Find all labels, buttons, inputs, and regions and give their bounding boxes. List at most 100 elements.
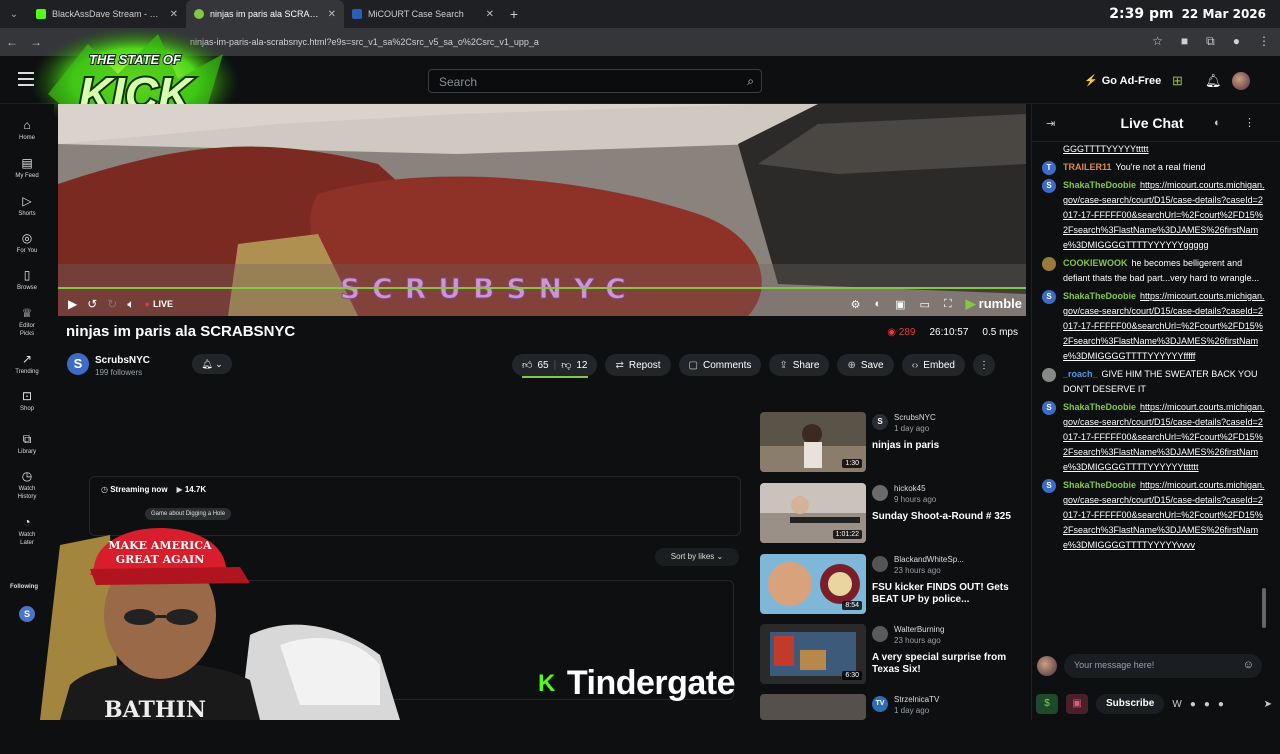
scrollbar-thumb[interactable] — [1262, 588, 1266, 628]
notifications-bell-icon[interactable]: 🔔︎ — [1205, 73, 1222, 89]
rant-dollar-icon[interactable]: $ — [1036, 694, 1058, 714]
related-video[interactable]: 1:01:22 hickok45 9 hours ago Sunday Shoo… — [760, 483, 1020, 543]
chat-link[interactable]: https://micourt.courts.michigan.gov/case… — [1063, 402, 1265, 472]
nav-home[interactable]: ⌂ Home — [0, 118, 54, 142]
like-count[interactable]: 65 — [537, 360, 548, 371]
chat-username[interactable]: ShakaTheDoobie — [1063, 291, 1136, 301]
chat-link[interactable]: https://micourt.courts.michigan.gov/case… — [1063, 180, 1265, 250]
related-channel-name[interactable]: WalterBurning — [894, 625, 944, 634]
search-input[interactable]: Search ⌕ — [428, 69, 762, 93]
related-channel-avatar[interactable]: TV — [872, 696, 888, 712]
new-tab-icon[interactable]: + — [502, 6, 526, 22]
related-channel-name[interactable]: hickok45 — [894, 484, 926, 493]
related-video[interactable]: 8:54 BlackandWhiteSp... 23 hours ago FSU… — [760, 554, 1020, 614]
close-tab-icon[interactable]: ✕ — [170, 9, 178, 20]
chat-avatar[interactable] — [1042, 257, 1056, 271]
chat-avatar[interactable]: S — [1042, 401, 1056, 415]
related-video[interactable]: 6:30 WalterBurning 23 hours ago A very s… — [760, 624, 1020, 684]
search-icon[interactable]: ⌕ — [747, 74, 754, 89]
chat-menu-icon[interactable]: ⋮ — [1244, 116, 1255, 129]
embed-button[interactable]: ‹› Embed — [901, 354, 965, 376]
back-icon[interactable]: ← — [0, 35, 24, 49]
related-video[interactable]: 1:30 S ScrubsNYC 1 day ago ninjas in par… — [760, 412, 1020, 472]
settings-gear-icon[interactable]: ⚙ — [851, 298, 861, 311]
related-channel-avatar[interactable] — [872, 485, 888, 501]
related-thumbnail[interactable]: 1:01:22 — [760, 483, 866, 543]
related-channel-avatar[interactable] — [872, 626, 888, 642]
related-thumbnail[interactable]: 6:30 — [760, 624, 866, 684]
chat-username[interactable]: TRAILER11 — [1063, 162, 1112, 172]
extension-icon[interactable]: ■ — [1181, 34, 1188, 49]
chat-popout-icon[interactable]: ◐ — [1214, 117, 1221, 129]
related-thumbnail[interactable]: 1:30 — [760, 412, 866, 472]
browser-menu-icon[interactable]: ⋮ — [1258, 34, 1270, 49]
chat-username[interactable]: COOKIEWOOK — [1063, 258, 1128, 268]
dislike-count[interactable]: 12 — [576, 360, 587, 371]
chat-link[interactable]: GGGTTTTYYYYYttttt — [1063, 144, 1149, 154]
nav-my-feed[interactable]: ▤ My Feed — [0, 156, 54, 180]
more-options-icon[interactable]: ⋮ — [972, 354, 995, 376]
chat-avatar[interactable]: S — [1042, 479, 1056, 493]
chat-username[interactable]: _roach_ — [1063, 369, 1098, 379]
related-thumbnail[interactable]: 8:54 — [760, 554, 866, 614]
thumbs-down-icon[interactable]: 👎︎ — [561, 359, 571, 371]
profile-icon[interactable]: ● — [1233, 34, 1240, 49]
chat-avatar[interactable] — [1042, 368, 1056, 382]
related-channel-name[interactable]: ScrubsNYC — [894, 413, 936, 422]
nav-browse[interactable]: ▯ Browse — [0, 268, 54, 292]
related-title[interactable]: Sunday Shoot-a-Round # 325 — [872, 511, 1022, 523]
theater-mode-icon[interactable]: ▭ — [920, 298, 930, 311]
sort-dropdown[interactable]: Sort by likes ⌄ — [655, 548, 739, 566]
nav-watch-history[interactable]: ◷ Watch History — [0, 469, 54, 501]
tab-micourt[interactable]: MiCOURT Case Search ✕ — [344, 0, 502, 28]
thumbs-up-icon[interactable]: 👍︎ — [522, 359, 532, 371]
send-icon[interactable]: ➤ — [1264, 699, 1272, 710]
video-player[interactable]: SCRUBSNYC — [58, 104, 1026, 316]
puzzle-icon[interactable]: ⧉ — [1206, 34, 1215, 49]
emote-w-icon[interactable]: W — [1172, 699, 1181, 710]
emoji-icon[interactable]: ☺ — [1243, 659, 1254, 671]
close-tab-icon[interactable]: ✕ — [486, 9, 494, 20]
save-button[interactable]: ⊕ Save — [837, 354, 894, 376]
nav-trending[interactable]: ↗ Trending — [0, 352, 54, 376]
bookmark-star-icon[interactable]: ☆ — [1152, 34, 1163, 49]
chat-avatar[interactable]: T — [1042, 161, 1056, 175]
rumble-logo[interactable]: ▶ rumble — [966, 296, 1022, 312]
nav-editor-picks[interactable]: ♕ Editor Picks — [0, 306, 54, 338]
related-title[interactable]: FSU kicker FINDS OUT! Gets BEAT UP by po… — [872, 582, 1022, 606]
chat-username[interactable]: ShakaTheDoobie — [1063, 402, 1136, 412]
forward-skip-icon[interactable]: ↻ — [107, 297, 117, 311]
video-progress-bar[interactable] — [58, 287, 1026, 289]
related-title[interactable]: A very special surprise from Texas Six! — [872, 652, 1022, 676]
subscribe-button[interactable]: Subscribe — [1096, 694, 1165, 714]
emote-pepe-icon[interactable]: ● — [1204, 699, 1210, 710]
chat-link[interactable]: https://micourt.courts.michigan.gov/case… — [1063, 291, 1265, 361]
chat-link[interactable]: https://micourt.courts.michigan.gov/case… — [1063, 480, 1265, 550]
chat-username[interactable]: ShakaTheDoobie — [1063, 480, 1136, 490]
volume-icon[interactable]: 🔈︎ — [127, 297, 134, 312]
nav-shorts[interactable]: ▷ Shorts — [0, 194, 54, 218]
nav-for-you[interactable]: ◎ For You — [0, 231, 54, 255]
chat-username[interactable]: ShakaTheDoobie — [1063, 180, 1136, 190]
related-channel-name[interactable]: BlackandWhiteSp... — [894, 555, 964, 564]
notification-bell-button[interactable]: 🔔︎ ⌄ — [192, 354, 232, 374]
channel-avatar[interactable]: S — [67, 353, 89, 375]
emote-cat-icon[interactable]: ● — [1218, 699, 1224, 710]
comments-button[interactable]: ▢ Comments — [678, 354, 762, 376]
url-field[interactable]: ninjas-im-paris-ala-scrabsnyc.html?e9s=s… — [190, 37, 539, 47]
nav-library[interactable]: ⧉ Library — [0, 432, 54, 456]
gift-icon[interactable]: ▣ — [1066, 694, 1088, 714]
rewind-icon[interactable]: ↺ — [87, 297, 97, 311]
chat-message-input[interactable]: Your message here! ☺ — [1064, 654, 1262, 678]
related-channel-avatar[interactable]: S — [872, 414, 888, 430]
related-channel-name[interactable]: StrzelnicaTV — [894, 695, 939, 704]
related-thumbnail[interactable] — [760, 694, 866, 720]
related-video[interactable]: TV StrzelnicaTV 1 day ago — [760, 694, 1020, 754]
chat-scrollbar[interactable] — [1261, 144, 1267, 640]
play-icon[interactable]: ▶ — [68, 297, 77, 311]
emote-face-icon[interactable]: ● — [1190, 699, 1196, 710]
nav-shop[interactable]: ⊡ Shop — [0, 389, 54, 413]
upload-icon[interactable]: ⊞ — [1172, 73, 1183, 89]
autoplay-toggle-icon[interactable]: ◐ — [874, 298, 881, 310]
tab-search-icon[interactable]: ⌄ — [0, 0, 28, 28]
